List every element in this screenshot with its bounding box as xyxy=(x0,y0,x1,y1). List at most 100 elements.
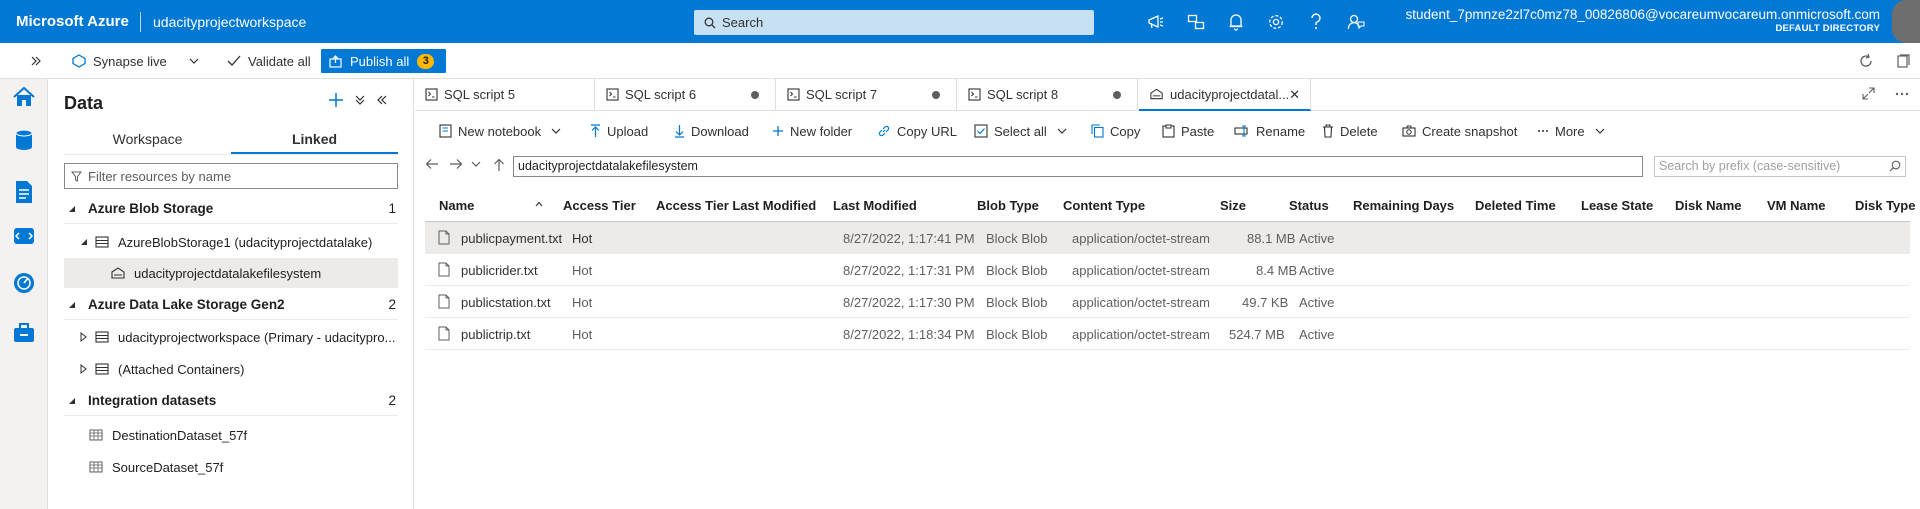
tree-item-adls-workspace[interactable]: udacityprojectworkspace (Primary - udaci… xyxy=(64,322,398,352)
cell-name[interactable]: publicrider.txt xyxy=(461,263,538,278)
up-arrow-icon[interactable] xyxy=(493,158,505,172)
cell-name[interactable]: publicpayment.txt xyxy=(461,231,562,246)
back-arrow-icon[interactable] xyxy=(425,158,439,170)
publish-all-button[interactable]: Publish all 3 xyxy=(321,49,446,73)
help-icon[interactable] xyxy=(1296,0,1336,43)
column-header-lease-state[interactable]: Lease State xyxy=(1581,198,1653,213)
tree-item-blob-container[interactable]: udacityprojectdatalakefilesystem xyxy=(64,258,398,288)
recent-chevron-down-icon[interactable] xyxy=(471,161,481,167)
select-all-button[interactable]: Select all xyxy=(974,120,1067,142)
delete-button[interactable]: Delete xyxy=(1322,120,1378,142)
chevron-down-icon xyxy=(551,128,561,134)
develop-hub-icon[interactable] xyxy=(10,178,38,206)
tab-sql-script-7[interactable]: SQL script 7 xyxy=(777,79,957,110)
copy-button[interactable]: Copy xyxy=(1091,120,1140,142)
integrate-hub-icon[interactable] xyxy=(10,222,38,250)
tab-container-explorer[interactable]: udacityprojectdatal... ✕ xyxy=(1139,79,1311,111)
maximize-icon[interactable] xyxy=(1862,87,1875,100)
create-snapshot-button[interactable]: Create snapshot xyxy=(1402,120,1517,142)
column-header-blob-type[interactable]: Blob Type xyxy=(977,198,1039,213)
section-integration-datasets[interactable]: Integration datasets 2 xyxy=(64,386,398,416)
path-input[interactable]: udacityprojectdatalakefilesystem xyxy=(513,156,1643,177)
table-row[interactable]: publicstation.txt Hot 8/27/2022, 1:17:30… xyxy=(425,286,1910,318)
data-hub-icon[interactable] xyxy=(10,126,38,154)
global-search-input[interactable]: Search xyxy=(694,10,1094,35)
prefix-search-input[interactable]: Search by prefix (case-sensitive) xyxy=(1654,156,1906,177)
home-icon[interactable] xyxy=(10,83,38,111)
download-button[interactable]: Download xyxy=(674,120,749,142)
add-resource-icon[interactable] xyxy=(328,92,344,108)
new-folder-button[interactable]: New folder xyxy=(772,120,852,142)
tree-item-dataset[interactable]: SourceDataset_57f xyxy=(64,452,398,482)
publish-count-badge: 3 xyxy=(417,53,435,69)
tab-sql-script-8[interactable]: SQL script 8 xyxy=(958,79,1138,110)
sort-ascending-icon[interactable] xyxy=(535,201,543,207)
search-icon xyxy=(704,17,716,29)
more-options-icon[interactable] xyxy=(1895,92,1909,96)
container-toolbar: New notebook Upload Download New folder … xyxy=(415,116,1920,146)
collapse-all-icon[interactable] xyxy=(354,94,366,106)
monitor-hub-icon[interactable] xyxy=(10,269,38,297)
more-button[interactable]: More xyxy=(1537,120,1605,142)
column-header-deleted-time[interactable]: Deleted Time xyxy=(1475,198,1556,213)
column-header-vm-name[interactable]: VM Name xyxy=(1767,198,1826,213)
column-header-content-type[interactable]: Content Type xyxy=(1063,198,1145,213)
copy-url-button[interactable]: Copy URL xyxy=(877,120,957,142)
tree-item-dataset[interactable]: DestinationDataset_57f xyxy=(64,420,398,450)
column-header-name[interactable]: Name xyxy=(439,198,474,213)
container-icon xyxy=(1149,88,1164,100)
manage-hub-icon[interactable] xyxy=(10,319,38,347)
section-azure-blob-storage[interactable]: Azure Blob Storage 1 xyxy=(64,194,398,224)
table-row[interactable]: publictrip.txt Hot 8/27/2022, 1:18:34 PM… xyxy=(425,318,1910,350)
column-header-disk-name[interactable]: Disk Name xyxy=(1675,198,1741,213)
directory-switch-icon[interactable] xyxy=(1176,0,1216,43)
account-info[interactable]: student_7pmnze2zl7c0mz78_00826806@vocare… xyxy=(1406,8,1880,36)
section-label: Azure Data Lake Storage Gen2 xyxy=(88,297,285,312)
workspace-name[interactable]: udacityprojectworkspace xyxy=(153,14,693,30)
tab-sql-script-6[interactable]: SQL script 6 xyxy=(596,79,776,110)
synapse-live-button[interactable]: Synapse live xyxy=(72,49,199,73)
button-label: More xyxy=(1555,123,1585,139)
forward-arrow-icon[interactable] xyxy=(449,158,463,170)
cell-status: Active xyxy=(1299,327,1335,342)
column-header-remaining-days[interactable]: Remaining Days xyxy=(1353,198,1454,213)
workspace-toolbar: Synapse live Validate all xyxy=(0,43,1920,79)
settings-gear-icon[interactable] xyxy=(1256,0,1296,43)
column-header-tier-modified[interactable]: Access Tier Last Modified xyxy=(656,198,816,213)
cell-name[interactable]: publictrip.txt xyxy=(461,327,530,342)
storage-account-icon xyxy=(92,236,112,248)
validate-all-button[interactable]: Validate all xyxy=(227,49,311,73)
table-row[interactable]: publicrider.txt Hot 8/27/2022, 1:17:31 P… xyxy=(425,254,1910,286)
tab-workspace[interactable]: Workspace xyxy=(64,123,231,154)
tree-item-blob-account[interactable]: AzureBlobStorage1 (udacityprojectdatalak… xyxy=(64,227,398,257)
discard-icon[interactable] xyxy=(1895,49,1911,73)
column-header-status[interactable]: Status xyxy=(1289,198,1329,213)
synapse-live-label: Synapse live xyxy=(93,53,167,69)
filter-resources-input[interactable]: Filter resources by name xyxy=(64,163,398,189)
close-tab-icon[interactable]: ✕ xyxy=(1289,87,1300,103)
brand-title[interactable]: Microsoft Azure xyxy=(0,13,140,30)
cell-status: Active xyxy=(1299,231,1335,246)
column-header-access-tier[interactable]: Access Tier xyxy=(563,198,636,213)
tree-item-label: udacityprojectworkspace (Primary - udaci… xyxy=(118,329,396,345)
column-header-size[interactable]: Size xyxy=(1220,198,1246,213)
section-adls-gen2[interactable]: Azure Data Lake Storage Gen2 2 xyxy=(64,290,398,320)
rename-button[interactable]: Rename xyxy=(1234,120,1305,142)
feedback-icon[interactable] xyxy=(1336,0,1376,43)
tab-sql-script-5[interactable]: SQL script 5 xyxy=(415,79,595,110)
column-header-last-modified[interactable]: Last Modified xyxy=(833,198,917,213)
refresh-icon[interactable] xyxy=(1858,49,1874,73)
avatar[interactable] xyxy=(1892,0,1920,43)
cell-name[interactable]: publicstation.txt xyxy=(461,295,551,310)
table-row[interactable]: publicpayment.txt Hot 8/27/2022, 1:17:41… xyxy=(425,222,1910,254)
tab-linked[interactable]: Linked xyxy=(231,123,398,154)
paste-button[interactable]: Paste xyxy=(1162,120,1214,142)
notifications-icon[interactable] xyxy=(1216,0,1256,43)
collapse-panel-icon[interactable] xyxy=(376,94,388,106)
column-header-disk-type[interactable]: Disk Type xyxy=(1855,198,1915,213)
announcement-icon[interactable] xyxy=(1136,0,1176,43)
tree-item-attached-containers[interactable]: (Attached Containers) xyxy=(64,354,398,384)
upload-button[interactable]: Upload xyxy=(590,120,648,142)
expand-rail-icon[interactable] xyxy=(30,49,42,73)
new-notebook-button[interactable]: New notebook xyxy=(439,120,561,142)
